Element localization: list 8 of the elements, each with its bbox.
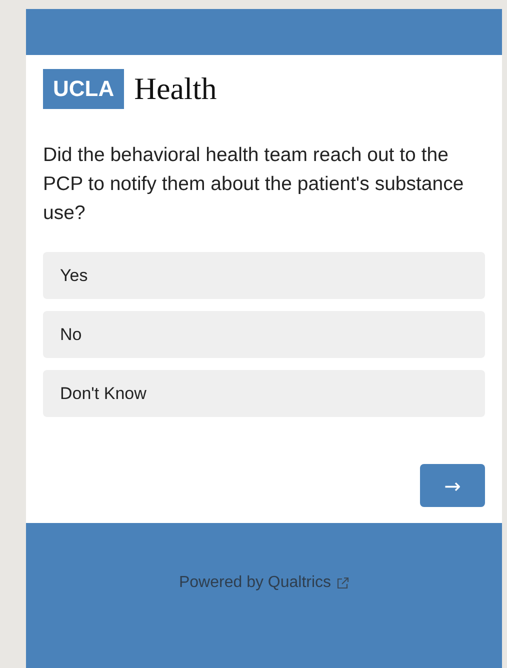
answer-option[interactable]: No	[43, 311, 485, 358]
external-link-icon	[336, 576, 350, 590]
answer-option[interactable]: Don't Know	[43, 370, 485, 417]
question-text: Did the behavioral health team reach out to the PCP to notify them about the patient's substance use?	[43, 143, 465, 226]
logo-text: Health	[134, 71, 217, 107]
logo-mark: UCLA	[43, 69, 124, 109]
next-button[interactable]: →	[420, 464, 485, 507]
answer-option[interactable]: Yes	[43, 252, 485, 299]
